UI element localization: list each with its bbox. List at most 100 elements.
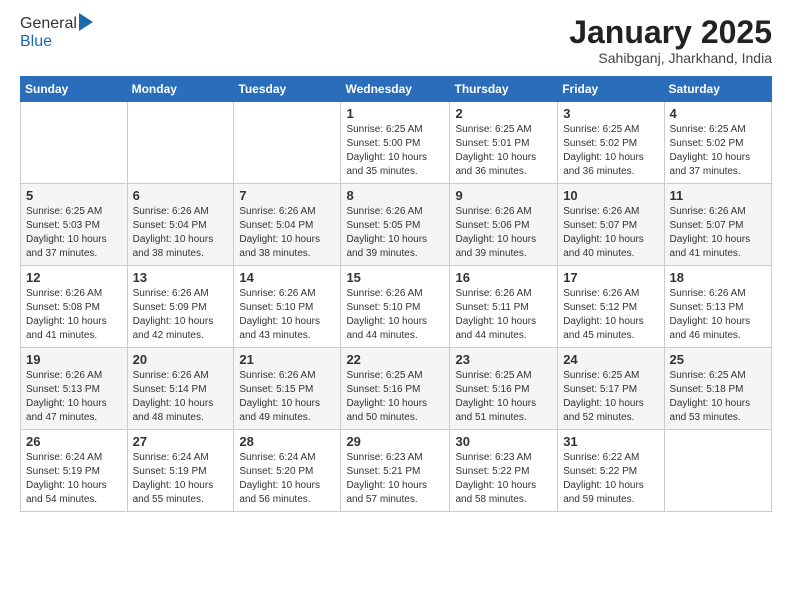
day-info: Sunrise: 6:26 AM Sunset: 5:04 PM Dayligh… <box>133 205 229 261</box>
day-number: 18 <box>670 270 766 285</box>
day-cell <box>664 430 771 512</box>
day-number: 30 <box>455 434 552 449</box>
weekday-header-wednesday: Wednesday <box>341 77 450 102</box>
day-cell: 15Sunrise: 6:26 AM Sunset: 5:10 PM Dayli… <box>341 266 450 348</box>
day-info: Sunrise: 6:26 AM Sunset: 5:07 PM Dayligh… <box>563 205 658 261</box>
week-row-2: 5Sunrise: 6:25 AM Sunset: 5:03 PM Daylig… <box>21 184 772 266</box>
day-cell: 7Sunrise: 6:26 AM Sunset: 5:04 PM Daylig… <box>234 184 341 266</box>
day-number: 28 <box>239 434 335 449</box>
logo-blue-text: Blue <box>20 33 93 51</box>
day-cell: 28 Sunrise: 6:24 AM Sunset: 5:20 PM Dayli… <box>234 430 341 512</box>
day-cell: 1 Sunrise: 6:25 AM Sunset: 5:00 PM Daylig… <box>341 102 450 184</box>
week-row-4: 19Sunrise: 6:26 AM Sunset: 5:13 PM Dayli… <box>21 348 772 430</box>
day-number: 8 <box>346 188 444 203</box>
day-info: Sunrise: 6:24 AM Sunset: 5:19 PM Dayligh… <box>26 451 122 507</box>
day-number: 26 <box>26 434 122 449</box>
day-info: Sunrise: 6:23 AM Sunset: 5:22 PM Dayligh… <box>455 451 552 507</box>
day-number: 2 <box>455 106 552 121</box>
day-cell: 3 Sunrise: 6:25 AM Sunset: 5:02 PM Daylig… <box>558 102 664 184</box>
day-cell: 10 Sunrise: 6:26 AM Sunset: 5:07 PM Dayli… <box>558 184 664 266</box>
week-row-5: 26 Sunrise: 6:24 AM Sunset: 5:19 PM Dayli… <box>21 430 772 512</box>
day-cell: 5Sunrise: 6:25 AM Sunset: 5:03 PM Daylig… <box>21 184 128 266</box>
day-info: Sunrise: 6:25 AM Sunset: 5:00 PM Dayligh… <box>346 123 444 179</box>
weekday-header-sunday: Sunday <box>21 77 128 102</box>
day-number: 15 <box>346 270 444 285</box>
day-number: 21 <box>239 352 335 367</box>
day-info: Sunrise: 6:26 AM Sunset: 5:08 PM Dayligh… <box>26 287 122 343</box>
day-number: 25 <box>670 352 766 367</box>
day-cell: 16 Sunrise: 6:26 AM Sunset: 5:11 PM Dayli… <box>450 266 558 348</box>
day-cell <box>21 102 128 184</box>
day-cell: 20 Sunrise: 6:26 AM Sunset: 5:14 PM Dayli… <box>127 348 234 430</box>
day-cell <box>127 102 234 184</box>
day-cell: 31 Sunrise: 6:22 AM Sunset: 5:22 PM Dayli… <box>558 430 664 512</box>
day-cell: 30 Sunrise: 6:23 AM Sunset: 5:22 PM Dayli… <box>450 430 558 512</box>
day-number: 24 <box>563 352 658 367</box>
day-cell: 24 Sunrise: 6:25 AM Sunset: 5:17 PM Dayli… <box>558 348 664 430</box>
day-info: Sunrise: 6:25 AM Sunset: 5:02 PM Dayligh… <box>670 123 766 179</box>
day-number: 16 <box>455 270 552 285</box>
day-cell: 21 Sunrise: 6:26 AM Sunset: 5:15 PM Dayli… <box>234 348 341 430</box>
day-number: 6 <box>133 188 229 203</box>
day-cell: 13 Sunrise: 6:26 AM Sunset: 5:09 PM Dayli… <box>127 266 234 348</box>
day-number: 13 <box>133 270 229 285</box>
day-number: 5 <box>26 188 122 203</box>
day-number: 1 <box>346 106 444 121</box>
day-info: Sunrise: 6:26 AM Sunset: 5:12 PM Dayligh… <box>563 287 658 343</box>
day-info: Sunrise: 6:25 AM Sunset: 5:17 PM Dayligh… <box>563 369 658 425</box>
day-number: 9 <box>455 188 552 203</box>
day-info: Sunrise: 6:26 AM Sunset: 5:07 PM Dayligh… <box>670 205 766 261</box>
day-info: Sunrise: 6:25 AM Sunset: 5:02 PM Dayligh… <box>563 123 658 179</box>
day-cell: 17Sunrise: 6:26 AM Sunset: 5:12 PM Dayli… <box>558 266 664 348</box>
day-info: Sunrise: 6:22 AM Sunset: 5:22 PM Dayligh… <box>563 451 658 507</box>
day-cell: 2 Sunrise: 6:25 AM Sunset: 5:01 PM Daylig… <box>450 102 558 184</box>
day-cell: 12 Sunrise: 6:26 AM Sunset: 5:08 PM Dayli… <box>21 266 128 348</box>
week-row-1: 1 Sunrise: 6:25 AM Sunset: 5:00 PM Daylig… <box>21 102 772 184</box>
day-cell: 29Sunrise: 6:23 AM Sunset: 5:21 PM Dayli… <box>341 430 450 512</box>
day-number: 3 <box>563 106 658 121</box>
day-cell: 27Sunrise: 6:24 AM Sunset: 5:19 PM Dayli… <box>127 430 234 512</box>
logo-triangle-icon <box>79 13 93 31</box>
weekday-header-tuesday: Tuesday <box>234 77 341 102</box>
day-info: Sunrise: 6:26 AM Sunset: 5:05 PM Dayligh… <box>346 205 444 261</box>
logo: General Blue <box>20 15 93 51</box>
day-cell: 8 Sunrise: 6:26 AM Sunset: 5:05 PM Daylig… <box>341 184 450 266</box>
day-info: Sunrise: 6:24 AM Sunset: 5:20 PM Dayligh… <box>239 451 335 507</box>
day-number: 19 <box>26 352 122 367</box>
calendar-page: General Blue January 2025 Sahibganj, Jha… <box>0 0 792 612</box>
day-info: Sunrise: 6:26 AM Sunset: 5:15 PM Dayligh… <box>239 369 335 425</box>
day-info: Sunrise: 6:26 AM Sunset: 5:09 PM Dayligh… <box>133 287 229 343</box>
day-number: 20 <box>133 352 229 367</box>
day-number: 11 <box>670 188 766 203</box>
calendar-title: January 2025 <box>569 15 772 50</box>
day-number: 10 <box>563 188 658 203</box>
week-row-3: 12 Sunrise: 6:26 AM Sunset: 5:08 PM Dayli… <box>21 266 772 348</box>
day-info: Sunrise: 6:26 AM Sunset: 5:14 PM Dayligh… <box>133 369 229 425</box>
day-info: Sunrise: 6:26 AM Sunset: 5:06 PM Dayligh… <box>455 205 552 261</box>
day-cell: 4 Sunrise: 6:25 AM Sunset: 5:02 PM Daylig… <box>664 102 771 184</box>
day-number: 4 <box>670 106 766 121</box>
day-info: Sunrise: 6:26 AM Sunset: 5:10 PM Dayligh… <box>239 287 335 343</box>
day-cell: 19Sunrise: 6:26 AM Sunset: 5:13 PM Dayli… <box>21 348 128 430</box>
title-block: January 2025 Sahibganj, Jharkhand, India <box>569 15 772 66</box>
day-info: Sunrise: 6:25 AM Sunset: 5:16 PM Dayligh… <box>346 369 444 425</box>
day-cell: 9 Sunrise: 6:26 AM Sunset: 5:06 PM Daylig… <box>450 184 558 266</box>
calendar-table: SundayMondayTuesdayWednesdayThursdayFrid… <box>20 76 772 512</box>
day-info: Sunrise: 6:26 AM Sunset: 5:11 PM Dayligh… <box>455 287 552 343</box>
day-cell: 23Sunrise: 6:25 AM Sunset: 5:16 PM Dayli… <box>450 348 558 430</box>
day-cell: 25Sunrise: 6:25 AM Sunset: 5:18 PM Dayli… <box>664 348 771 430</box>
day-info: Sunrise: 6:26 AM Sunset: 5:04 PM Dayligh… <box>239 205 335 261</box>
day-info: Sunrise: 6:26 AM Sunset: 5:13 PM Dayligh… <box>670 287 766 343</box>
day-info: Sunrise: 6:25 AM Sunset: 5:01 PM Dayligh… <box>455 123 552 179</box>
weekday-header-monday: Monday <box>127 77 234 102</box>
day-number: 31 <box>563 434 658 449</box>
day-number: 12 <box>26 270 122 285</box>
day-cell: 6 Sunrise: 6:26 AM Sunset: 5:04 PM Daylig… <box>127 184 234 266</box>
day-cell: 18 Sunrise: 6:26 AM Sunset: 5:13 PM Dayli… <box>664 266 771 348</box>
day-number: 23 <box>455 352 552 367</box>
day-cell: 14Sunrise: 6:26 AM Sunset: 5:10 PM Dayli… <box>234 266 341 348</box>
day-number: 29 <box>346 434 444 449</box>
weekday-header-saturday: Saturday <box>664 77 771 102</box>
day-cell <box>234 102 341 184</box>
header: General Blue January 2025 Sahibganj, Jha… <box>20 15 772 66</box>
